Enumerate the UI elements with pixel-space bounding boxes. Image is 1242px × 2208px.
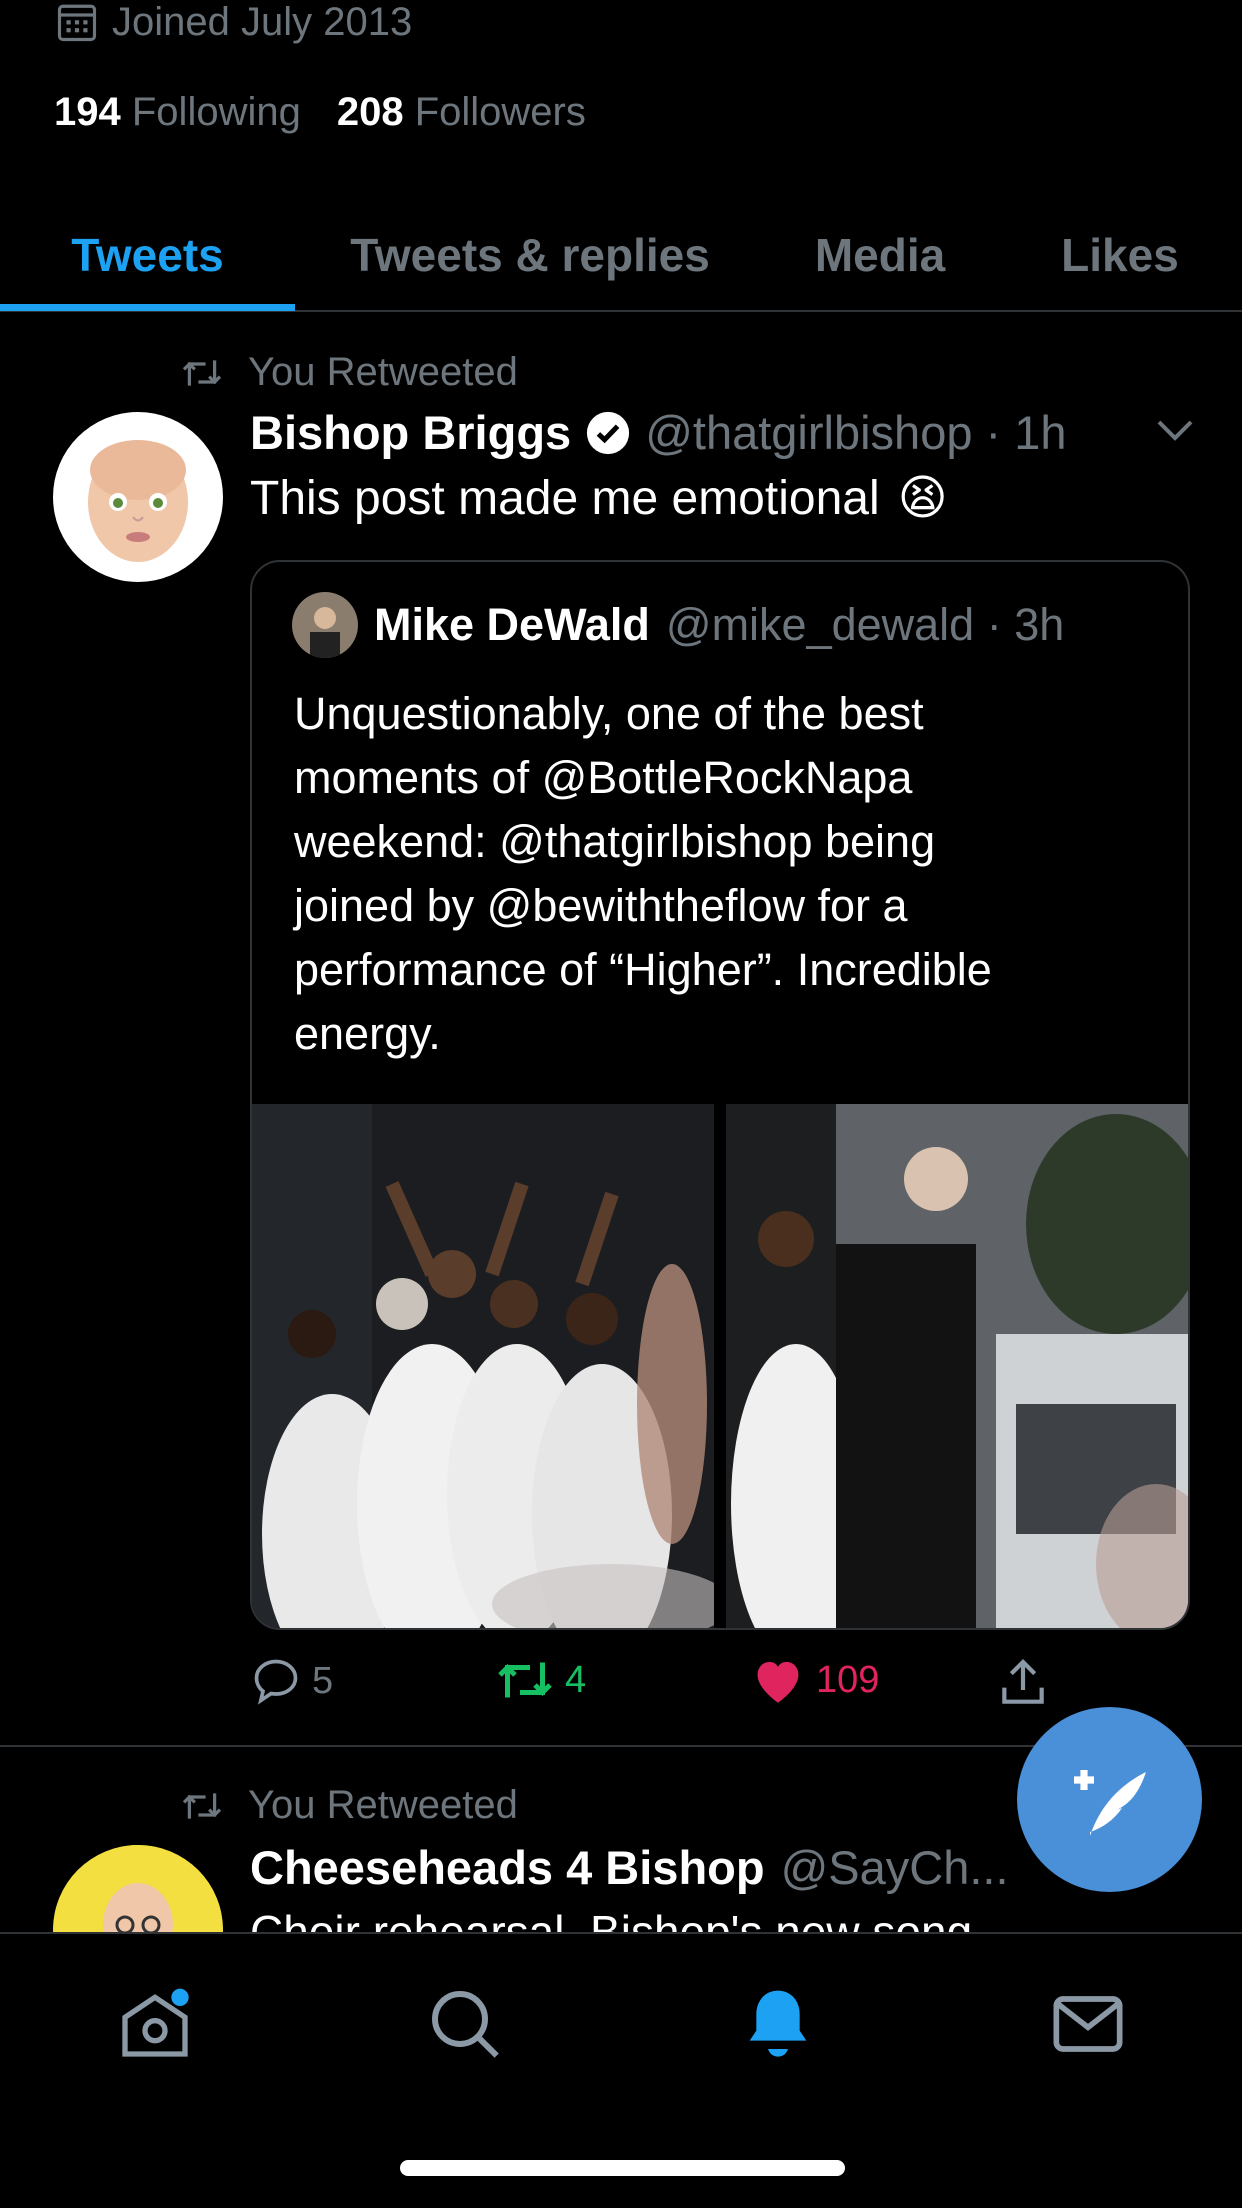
heart-icon [757,1661,799,1703]
reply-count: 5 [312,1659,334,1702]
share-icon [1002,1659,1044,1704]
tab-tweets[interactable]: Tweets [0,200,295,310]
compose-tweet-button[interactable] [1017,1707,1202,1892]
joined-date: Joined July 2013 [56,0,412,44]
author-handle-time[interactable]: @thatgirlbishop · 1h [645,405,1066,460]
following-link[interactable]: 194 Following [54,90,301,135]
tweet-actions: 5 4 109 [250,1655,1070,1715]
retweet-count: 4 [565,1658,587,1701]
retweet-context: You Retweeted [180,350,518,395]
tweet-body: This post made me emotional [250,471,880,525]
retweet-icon [182,359,222,386]
photo-performer[interactable] [726,1104,1188,1628]
retweet-context-label: You Retweeted [248,1783,518,1827]
tweet-text: Choir rehearsal. Bishop's new song [250,1906,973,1933]
quoted-avatar [292,592,358,658]
reply-icon [254,1659,298,1705]
joined-text: Joined July 2013 [112,0,413,44]
tweet-text: This post made me emotional 😫 [250,470,948,526]
quoted-line: energy. [294,1008,441,1059]
like-count: 109 [816,1658,880,1701]
verified-icon [587,411,630,454]
author-handle[interactable]: @SayCh... [781,1840,1009,1895]
quoted-tweet-header: Mike DeWald @mike_dewald · 3h [292,592,1064,658]
tab-media[interactable]: Media [790,200,970,310]
followers-link[interactable]: 208 Followers [337,90,586,135]
active-tab-indicator [0,304,295,311]
tab-likes[interactable]: Likes [1020,200,1220,310]
quoted-tweet-text: Unquestionably, one of the best moments … [294,682,1154,1066]
home-icon[interactable] [115,1984,195,2064]
quoted-line: performance of “Higher”. Incredible [294,944,992,995]
retweet-icon [498,1662,552,1698]
following-label: Following [131,90,301,134]
tweet-emoji: 😫 [897,472,948,525]
quoted-author-handle-time: @mike_dewald · 3h [665,599,1065,650]
author-name[interactable]: Bishop Briggs [250,405,571,460]
quoted-line: weekend: @thatgirlbishop being [294,816,936,867]
following-count: 194 [54,90,121,134]
notifications-bell-icon[interactable] [738,1984,818,2064]
quoted-line: joined by @bewiththeflow for a [294,880,908,931]
profile-tabs: Tweets Tweets & replies Media Likes [0,200,1242,312]
quoted-line: moments of @BottleRockNapa [294,752,913,803]
chevron-down-icon[interactable] [1155,415,1195,445]
share-button[interactable] [995,1655,1051,1711]
retweet-button[interactable]: 4 [495,1655,586,1705]
messages-envelope-icon[interactable] [1048,1984,1128,2064]
calendar-icon [57,4,97,42]
follow-stats: 194 Following 208 Followers [54,90,586,135]
search-icon[interactable] [425,1984,505,2064]
tweet-header: Cheeseheads 4 Bishop @SayCh... [250,1840,1009,1895]
quoted-line: Unquestionably, one of the best [294,688,924,739]
tab-tweets-replies[interactable]: Tweets & replies [320,200,740,310]
quoted-media [252,1104,1188,1628]
quoted-author-name: Mike DeWald [374,599,650,650]
followers-label: Followers [414,90,586,134]
reply-button[interactable]: 5 [250,1655,333,1707]
home-indicator [400,2160,845,2176]
followers-count: 208 [336,90,404,134]
avatar[interactable] [53,412,223,582]
photo-choir[interactable] [252,1104,714,1628]
retweet-context-label: You Retweeted [248,350,518,394]
tweet-header: Bishop Briggs @thatgirlbishop · 1h [250,405,1067,460]
author-name[interactable]: Cheeseheads 4 Bishop [250,1840,765,1895]
compose-feather-icon [1073,1769,1146,1836]
like-button[interactable]: 109 [750,1655,879,1705]
quoted-tweet[interactable]: Mike DeWald @mike_dewald · 3h Unquestion… [250,560,1190,1630]
retweet-icon [182,1792,222,1819]
retweet-context: You Retweeted [180,1783,518,1828]
